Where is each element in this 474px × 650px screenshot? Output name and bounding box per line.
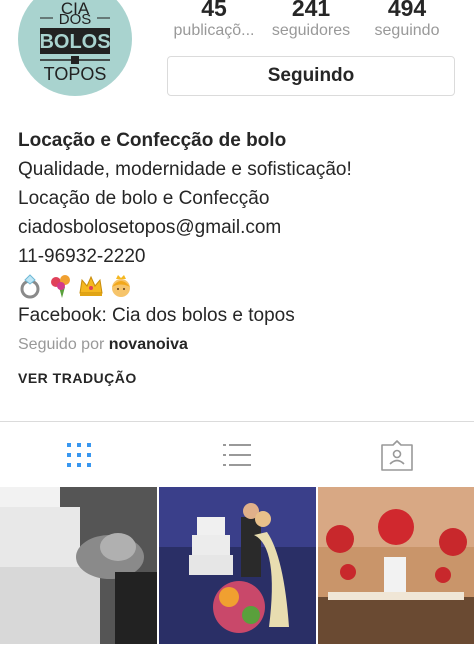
stat-posts[interactable]: 45 publicaçõ...	[164, 0, 264, 41]
bio-phone[interactable]: 11-96932-2220	[18, 242, 458, 271]
profile-tab-bar	[0, 421, 474, 487]
list-icon	[223, 444, 251, 466]
post-thumbnail[interactable]	[159, 487, 316, 644]
avatar-logo: CIA DOS BOLOS TOPOS	[39, 0, 110, 84]
profile-name: Locação e Confecção de bolo	[18, 130, 287, 151]
profile-avatar[interactable]: CIA DOS BOLOS TOPOS	[18, 0, 132, 96]
followed-by-prefix: Seguido por	[18, 336, 105, 353]
bouquet-emoji	[51, 275, 70, 298]
avatar-line-4: TOPOS	[44, 64, 107, 84]
ring-emoji	[20, 274, 40, 299]
princess-emoji	[112, 275, 130, 297]
stat-following-value: 494	[387, 0, 427, 21]
bio-facebook: Facebook: Cia dos bolos e topos	[18, 305, 295, 326]
post-photo-party-table	[318, 487, 474, 644]
stat-following-label: seguindo	[374, 22, 440, 39]
see-translation-link[interactable]: VER TRADUÇÃO	[18, 370, 458, 386]
followed-by[interactable]: Seguido por novanoiva	[18, 332, 458, 358]
crown-emoji	[79, 275, 103, 296]
grid-icon	[67, 443, 91, 467]
stat-posts-label: publicaçõ...	[173, 22, 255, 39]
bio-emoji-row	[18, 271, 458, 301]
bio-line-1: Qualidade, modernidade e sofisticação!	[18, 159, 352, 180]
stat-followers[interactable]: 241 seguidores	[261, 0, 361, 41]
stat-posts-value: 45	[201, 0, 227, 21]
tab-list[interactable]	[222, 440, 252, 470]
avatar-line-3: BOLOS	[39, 31, 110, 53]
following-button[interactable]: Seguindo	[167, 56, 455, 96]
post-thumbnail[interactable]	[0, 487, 157, 644]
stat-followers-value: 241	[291, 0, 331, 21]
stat-following[interactable]: 494 seguindo	[357, 0, 457, 41]
tab-tagged[interactable]	[380, 440, 413, 471]
profile-bio: Locação e Confecção de bolo Qualidade, m…	[18, 126, 458, 386]
avatar-line-2: DOS	[59, 11, 92, 28]
post-photo-cake-bw	[0, 487, 157, 644]
grid-divider	[0, 644, 474, 650]
post-thumbnail[interactable]	[318, 487, 474, 644]
followed-by-user[interactable]: novanoiva	[109, 336, 188, 353]
bio-line-2: Locação de bolo e Confecção	[18, 188, 270, 209]
tagged-icon	[381, 440, 413, 471]
tab-grid[interactable]	[64, 440, 94, 470]
stat-followers-label: seguidores	[271, 22, 351, 39]
bio-email[interactable]: ciadosbolosetopos@gmail.com	[18, 213, 458, 242]
post-photo-couple-cake	[159, 487, 316, 644]
